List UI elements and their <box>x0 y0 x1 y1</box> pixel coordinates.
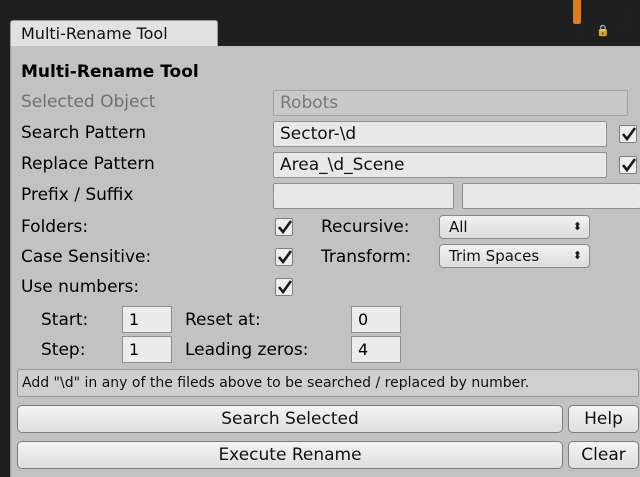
use-numbers-label: Use numbers: <box>21 277 140 297</box>
transform-value: Trim Spaces <box>449 247 540 265</box>
menu-icon[interactable]: ▾≡ <box>614 23 630 37</box>
tab-title: Multi-Rename Tool <box>21 24 168 43</box>
multi-rename-panel: Multi-Rename Tool Selected Object Robots… <box>10 46 640 477</box>
replace-pattern-label: Replace Pattern <box>21 154 155 174</box>
suffix-input[interactable] <box>462 183 640 209</box>
dropdown-arrow-icon: ⬍ <box>572 249 582 262</box>
reset-at-label: Reset at: <box>185 310 261 330</box>
search-pattern-checkbox[interactable] <box>619 125 637 143</box>
replace-pattern-checkbox[interactable] <box>619 156 637 174</box>
recursive-dropdown[interactable]: All ⬍ <box>439 215 590 239</box>
lock-icon[interactable]: 🔒 <box>596 24 610 37</box>
prefix-suffix-label: Prefix / Suffix <box>21 185 134 205</box>
check-icon <box>277 220 293 235</box>
leading-zeros-input[interactable]: 4 <box>351 336 401 363</box>
step-label: Step: <box>41 340 86 360</box>
case-sensitive-label: Case Sensitive: <box>21 247 152 267</box>
help-button[interactable]: Help <box>568 405 639 433</box>
start-input[interactable]: 1 <box>122 306 172 333</box>
reset-at-input[interactable]: 0 <box>351 306 401 333</box>
tab-multi-rename-tool[interactable]: Multi-Rename Tool <box>10 20 218 46</box>
recursive-value: All <box>449 218 468 236</box>
panel-heading: Multi-Rename Tool <box>21 62 199 82</box>
transform-label: Transform: <box>321 247 412 267</box>
transform-dropdown[interactable]: Trim Spaces ⬍ <box>439 244 590 268</box>
tab-toolbar: ▫ × + 🔒 ▾≡ <box>568 6 640 42</box>
hint-text: Add "\d" in any of the fileds above to b… <box>17 369 639 397</box>
use-numbers-checkbox[interactable] <box>275 278 293 296</box>
search-pattern-input[interactable]: Sector-\d <box>273 121 607 147</box>
window-top-bar <box>0 0 640 22</box>
step-input[interactable]: 1 <box>122 336 172 363</box>
replace-pattern-input[interactable]: Area_\d_Scene <box>273 152 607 178</box>
execute-rename-button[interactable]: Execute Rename <box>17 441 563 469</box>
leading-zeros-label: Leading zeros: <box>185 340 309 360</box>
selected-object-label: Selected Object <box>21 92 156 112</box>
selected-object-field: Robots <box>273 90 628 116</box>
folders-checkbox[interactable] <box>275 218 293 236</box>
recursive-label: Recursive: <box>321 217 410 237</box>
check-icon <box>621 158 637 173</box>
add-tab-icon[interactable]: + <box>570 22 583 41</box>
start-label: Start: <box>41 310 89 330</box>
check-icon <box>277 250 293 265</box>
dropdown-arrow-icon: ⬍ <box>572 220 582 233</box>
folders-label: Folders: <box>21 217 89 237</box>
check-icon <box>621 127 637 142</box>
check-icon <box>277 280 293 295</box>
prefix-input[interactable] <box>273 183 454 209</box>
clear-button[interactable]: Clear <box>568 441 639 469</box>
search-selected-button[interactable]: Search Selected <box>17 405 563 433</box>
case-sensitive-checkbox[interactable] <box>275 248 293 266</box>
search-pattern-label: Search Pattern <box>21 123 146 143</box>
